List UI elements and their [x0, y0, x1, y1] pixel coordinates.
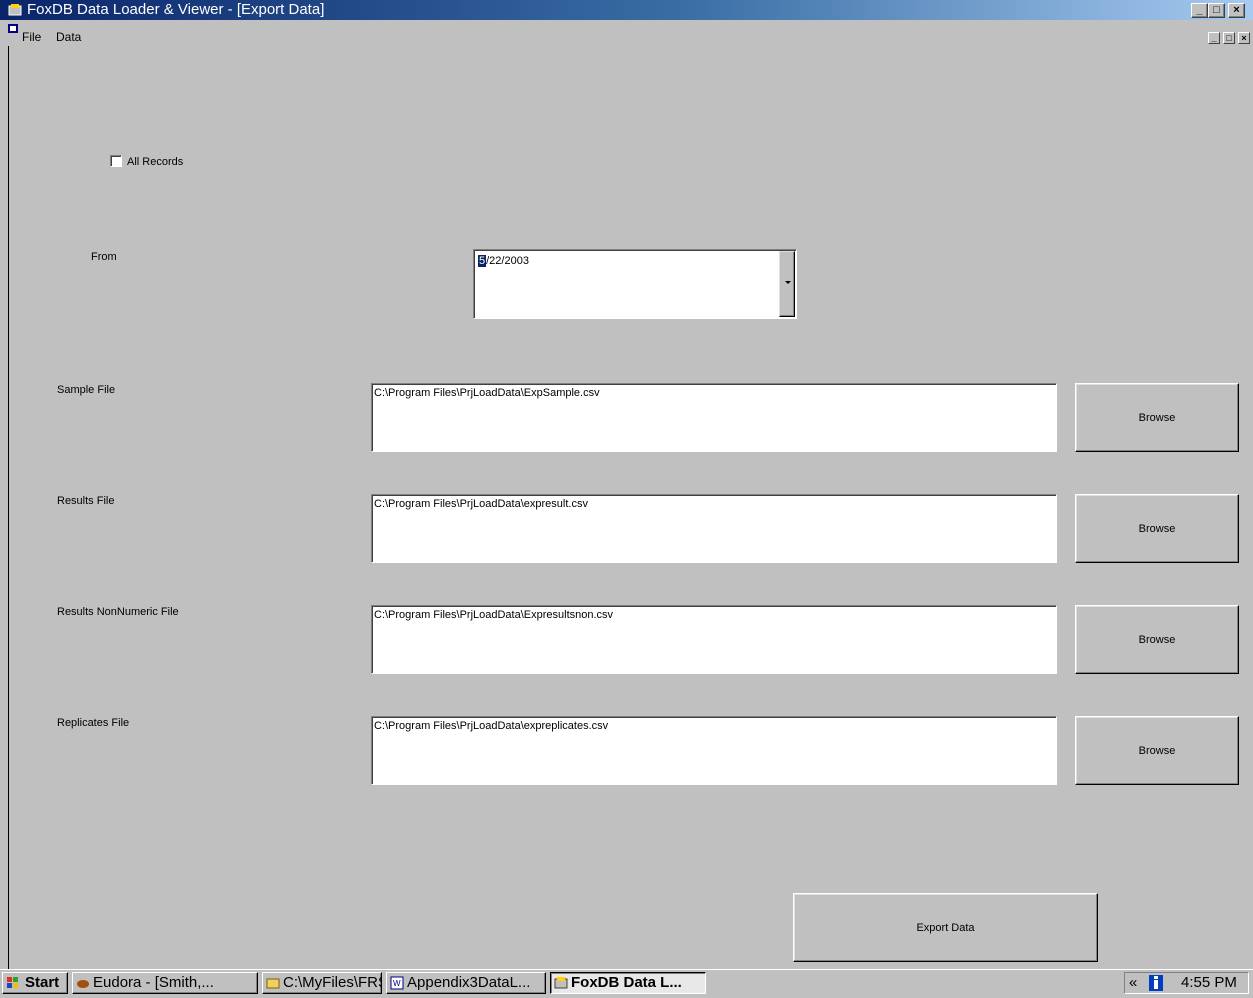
menu-file[interactable]: File	[22, 31, 41, 43]
date-month-selection[interactable]: 5	[478, 255, 487, 267]
task-label: Eudora - [Smith,...	[93, 974, 214, 991]
task-label: FoxDB Data L...	[571, 974, 682, 991]
task-foxdb[interactable]: FoxDB Data L...	[550, 972, 706, 994]
title-bar[interactable]: FoxDB Data Loader & Viewer - [Export Dat…	[0, 0, 1253, 20]
window-title: FoxDB Data Loader & Viewer - [Export Dat…	[27, 1, 325, 18]
replicates-file-label: Replicates File	[57, 717, 130, 729]
replicates-browse-button[interactable]: Browse	[1075, 716, 1239, 785]
task-eudora[interactable]: Eudora - [Smith,...	[72, 972, 258, 994]
task-label: Appendix3DataL...	[407, 974, 531, 991]
all-records-label: All Records	[127, 156, 184, 168]
nonnumeric-file-label: Results NonNumeric File	[57, 606, 179, 618]
info-icon[interactable]	[1149, 975, 1163, 991]
task-word[interactable]: W Appendix3DataL...	[386, 972, 546, 994]
document-icon[interactable]	[8, 24, 18, 33]
results-file-label: Results File	[57, 495, 115, 507]
task-label: C:\MyFiles\FRS...	[283, 974, 381, 991]
export-data-form: All Records From 5/22/2003 Sample File C…	[8, 46, 1253, 969]
from-date-picker[interactable]: 5/22/2003	[473, 249, 797, 319]
date-rest: /22/2003	[486, 255, 529, 267]
windows-logo-icon	[7, 977, 18, 988]
export-data-label: Export Data	[916, 921, 975, 934]
taskbar: Start Eudora - [Smith,... C:\MyFiles\FRS…	[0, 969, 1253, 998]
mdi-minimize-button[interactable]: _	[1208, 32, 1220, 44]
chevron-down-icon	[785, 281, 791, 284]
replicates-file-input[interactable]: C:\Program Files\PrjLoadData\expreplicat…	[371, 716, 1057, 785]
date-dropdown-button[interactable]	[779, 251, 795, 317]
results-browse-button[interactable]: Browse	[1075, 494, 1239, 563]
sample-file-input[interactable]: C:\Program Files\PrjLoadData\ExpSample.c…	[371, 383, 1057, 452]
nonnumeric-browse-button[interactable]: Browse	[1075, 605, 1239, 674]
app-icon	[8, 4, 22, 16]
from-label: From	[91, 251, 117, 263]
folder-icon	[266, 978, 280, 989]
system-tray: « 4:55 PM	[1124, 972, 1249, 994]
eudora-icon	[77, 980, 89, 988]
tray-expand-button[interactable]: «	[1129, 973, 1137, 993]
browse-label: Browse	[1138, 522, 1176, 535]
results-file-input[interactable]: C:\Program Files\PrjLoadData\expresult.c…	[371, 494, 1057, 563]
mdi-restore-button[interactable]: □	[1223, 32, 1235, 44]
browse-label: Browse	[1138, 744, 1176, 757]
clock[interactable]: 4:55 PM	[1181, 973, 1237, 993]
svg-text:W: W	[393, 979, 401, 988]
close-button[interactable]: ×	[1228, 3, 1245, 18]
sample-file-label: Sample File	[57, 384, 116, 396]
browse-label: Browse	[1138, 411, 1176, 424]
export-data-button[interactable]: Export Data	[793, 893, 1098, 962]
all-records-checkbox[interactable]	[110, 155, 122, 167]
minimize-button[interactable]: _	[1191, 3, 1208, 18]
menu-bar: File Data _ □ ×	[0, 20, 1253, 46]
start-label: Start	[25, 974, 60, 991]
word-document-icon: W	[390, 976, 404, 990]
browse-label: Browse	[1138, 633, 1176, 646]
restore-button[interactable]: □	[1208, 3, 1225, 18]
mdi-close-button[interactable]: ×	[1238, 32, 1250, 44]
task-explorer[interactable]: C:\MyFiles\FRS...	[262, 972, 382, 994]
start-button[interactable]: Start	[2, 972, 68, 994]
nonnumeric-file-input[interactable]: C:\Program Files\PrjLoadData\Expresultsn…	[371, 605, 1057, 674]
sample-browse-button[interactable]: Browse	[1075, 383, 1239, 452]
menu-data[interactable]: Data	[56, 31, 81, 43]
foxdb-icon	[554, 977, 568, 989]
